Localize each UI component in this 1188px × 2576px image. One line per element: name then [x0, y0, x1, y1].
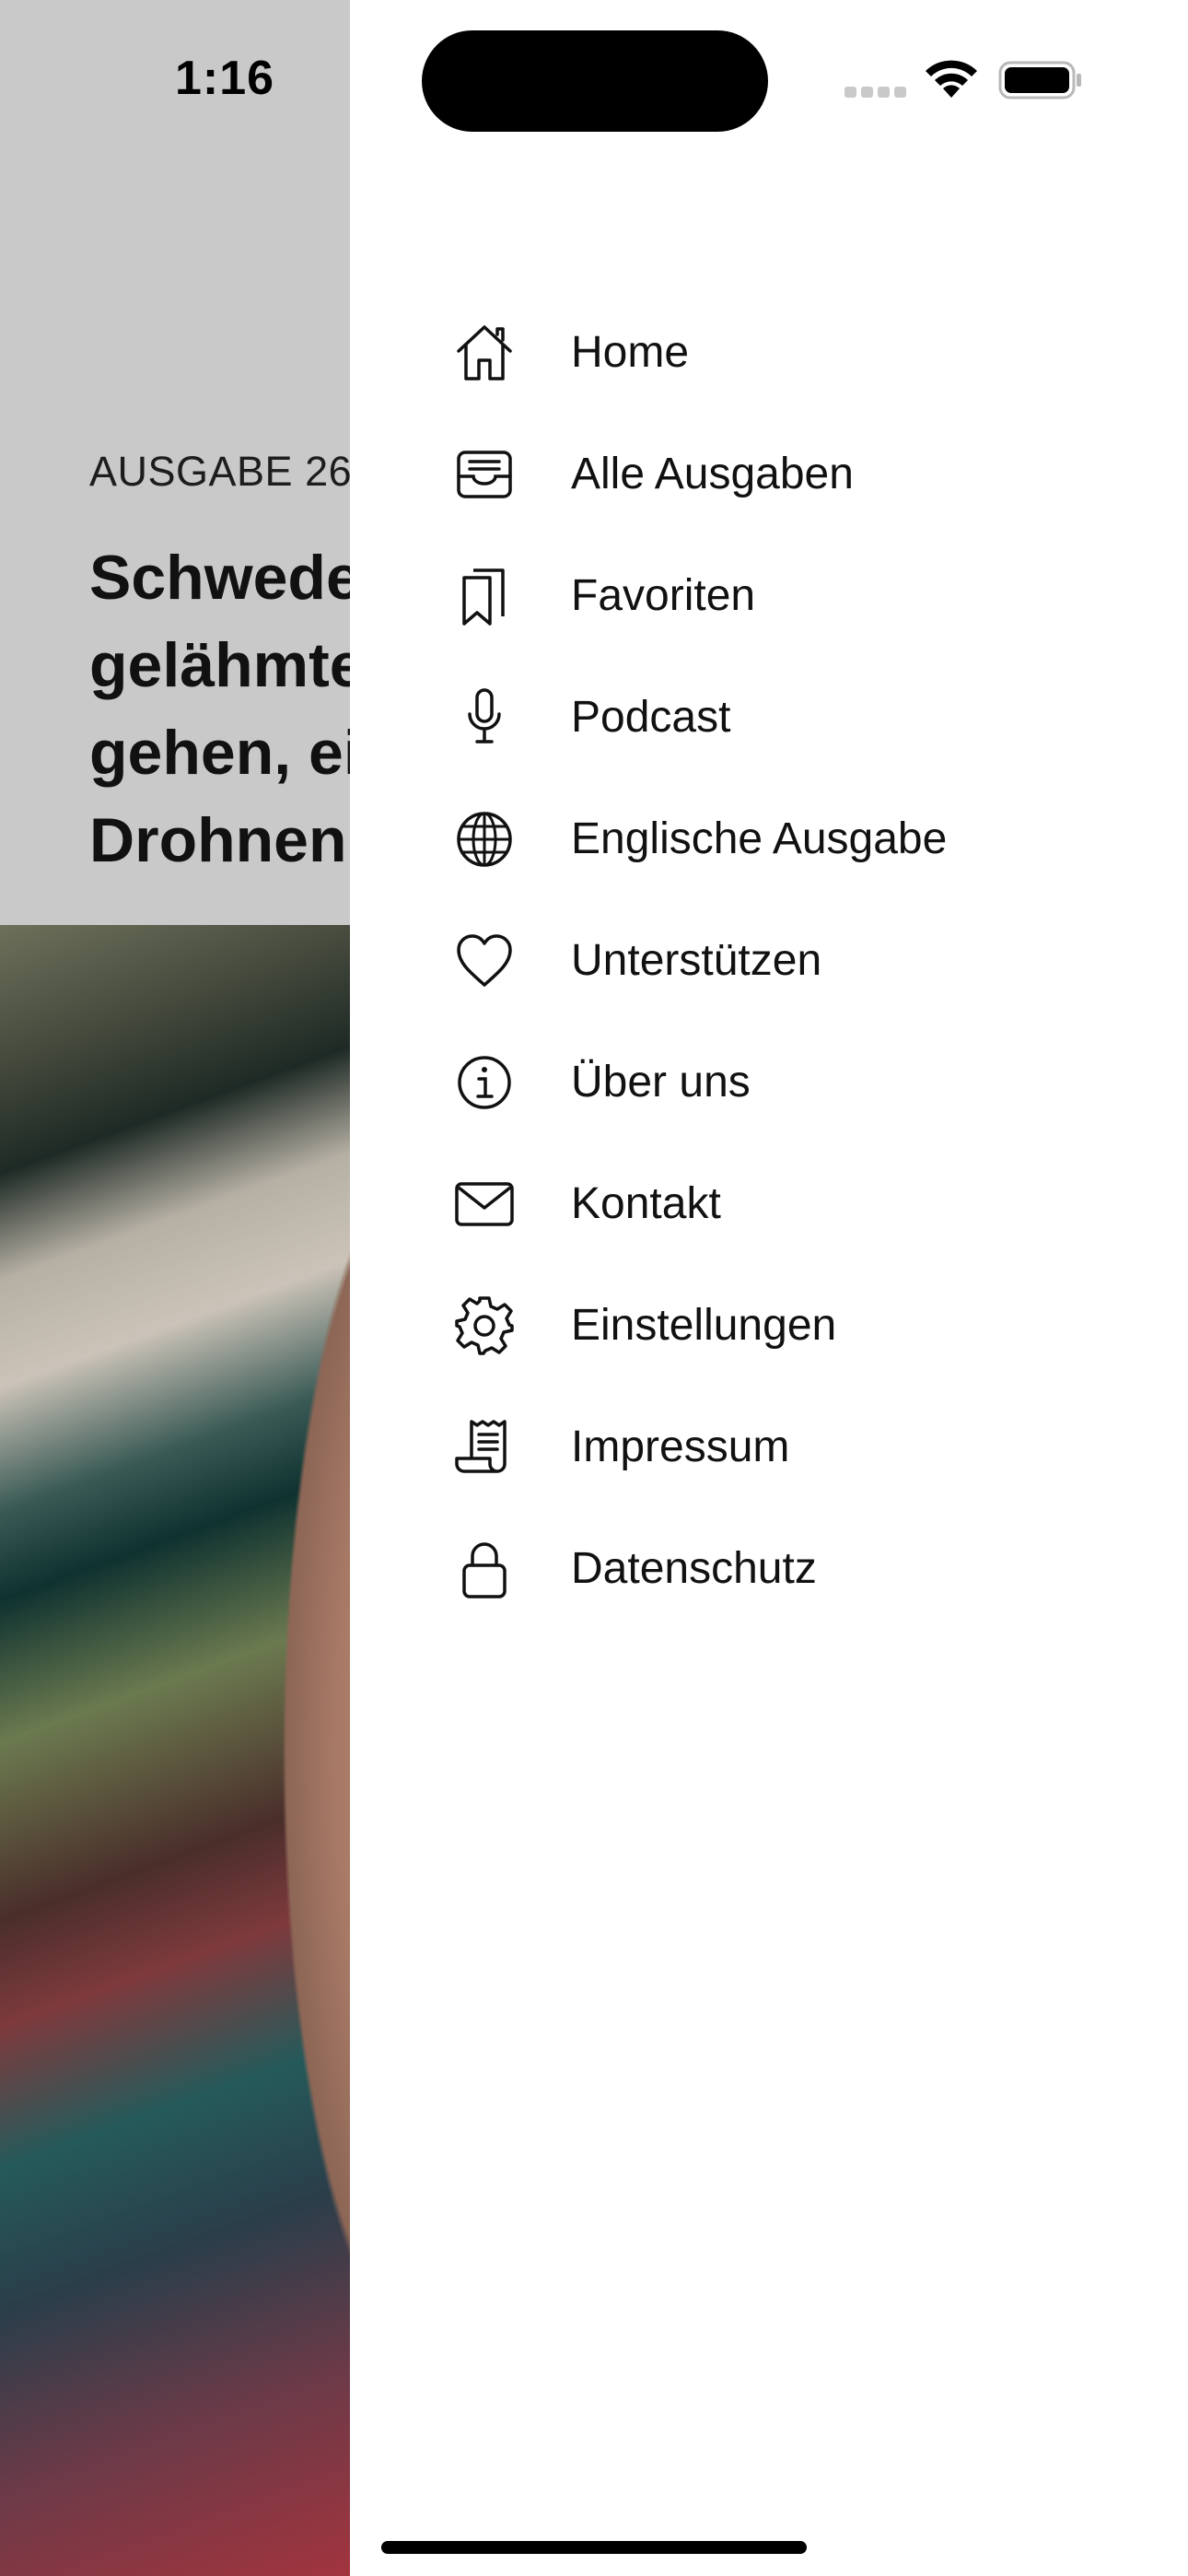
headline-line: Drohnen: [89, 805, 347, 875]
menu-item-label: Favoriten: [571, 571, 756, 620]
article-headline[interactable]: Schwede gelähmte gehen, ei Drohnen: [89, 534, 365, 884]
menu-item-settings[interactable]: Einstellungen: [451, 1280, 1096, 1372]
menu-item-label: Alle Ausgaben: [571, 450, 854, 498]
menu-item-label: Podcast: [571, 693, 731, 742]
menu-item-label: Über uns: [571, 1058, 751, 1107]
menu-item-about-us[interactable]: Über uns: [451, 1036, 1096, 1129]
menu-item-label: Impressum: [571, 1423, 790, 1471]
wifi-icon: [923, 57, 980, 100]
info-icon: [451, 1049, 518, 1116]
globe-icon: [451, 806, 518, 872]
menu-item-support[interactable]: Unterstützen: [451, 915, 1096, 1007]
lock-icon: [451, 1536, 518, 1602]
dynamic-island: [422, 30, 768, 132]
gear-icon: [451, 1293, 518, 1359]
menu-item-label: Englische Ausgabe: [571, 814, 948, 863]
headline-line: gelähmte: [89, 630, 365, 700]
home-indicator[interactable]: [381, 2541, 807, 2554]
issue-label: AUSGABE 26: [89, 448, 353, 495]
battery-icon: [998, 59, 1083, 101]
tray-icon: [451, 441, 518, 508]
menu-item-all-issues[interactable]: Alle Ausgaben: [451, 428, 1096, 521]
heart-icon: [451, 928, 518, 994]
menu-item-contact[interactable]: Kontakt: [451, 1158, 1096, 1250]
menu-item-english-edition[interactable]: Englische Ausgabe: [451, 793, 1096, 885]
status-time: 1:16: [175, 52, 275, 105]
menu-item-label: Datenschutz: [571, 1544, 817, 1593]
menu-item-imprint[interactable]: Impressum: [451, 1401, 1096, 1493]
menu-item-favorites[interactable]: Favoriten: [451, 550, 1096, 642]
bookmarks-icon: [451, 563, 518, 629]
house-icon: [451, 320, 518, 386]
headline-line: Schwede: [89, 543, 361, 613]
menu-item-privacy[interactable]: Datenschutz: [451, 1523, 1096, 1615]
microphone-icon: [451, 685, 518, 751]
menu-item-label: Unterstützen: [571, 936, 822, 985]
menu-item-podcast[interactable]: Podcast: [451, 672, 1096, 764]
envelope-icon: [451, 1171, 518, 1237]
headline-line: gehen, ei: [89, 718, 361, 788]
scroll-icon: [451, 1414, 518, 1481]
menu-item-label: Kontakt: [571, 1179, 721, 1228]
menu-item-label: Home: [571, 328, 690, 377]
menu-item-home[interactable]: Home: [451, 307, 1096, 399]
cellular-signal-icon: [844, 87, 907, 100]
menu-item-label: Einstellungen: [571, 1301, 837, 1350]
